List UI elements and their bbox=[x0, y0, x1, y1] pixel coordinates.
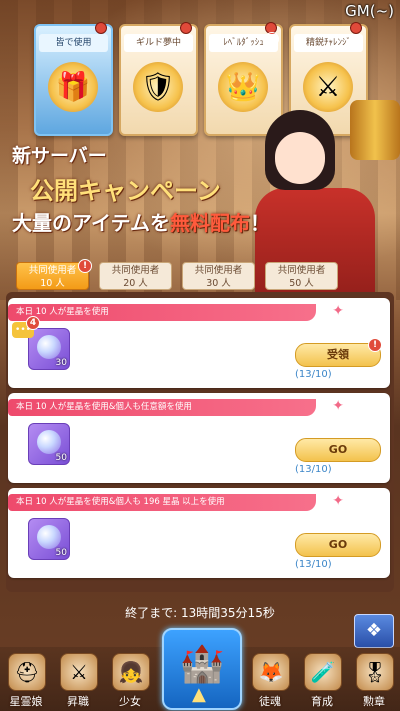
banner-line3: 大量のアイテムを無料配布！ bbox=[12, 207, 270, 236]
pin-icon bbox=[180, 22, 192, 34]
go-button[interactable]: GO bbox=[295, 533, 381, 557]
alert-badge: ! bbox=[78, 259, 92, 273]
winged-shield-icon: 🛡 bbox=[133, 62, 183, 112]
item-quantity: 30 bbox=[55, 358, 67, 368]
nav-training[interactable]: 🧪 育成 bbox=[298, 649, 346, 709]
sparkle-icon: ✦ bbox=[332, 303, 344, 319]
task-title: 本日 10 人が星晶を使用&個人も任意額を使用 bbox=[8, 399, 316, 416]
nav-label: 少女 bbox=[119, 695, 141, 708]
nav-castle-home[interactable]: 🏰 ▲ bbox=[162, 628, 242, 710]
nav-spirit-girl[interactable]: ⛑ 星霊娘 bbox=[2, 649, 50, 709]
tab-count: 50 人 bbox=[289, 278, 314, 289]
potion-icon: 🧪 bbox=[304, 653, 342, 691]
nav-soul[interactable]: 🦊 徒魂 bbox=[246, 649, 294, 709]
task-progress: (13/10) bbox=[295, 464, 332, 475]
tile-label: ギルド夢中 bbox=[124, 34, 193, 52]
alert-badge: ! bbox=[368, 338, 382, 352]
tab-label: 共同使用者 bbox=[277, 265, 326, 276]
item-quantity: 50 bbox=[55, 548, 67, 558]
task-title: 本日 10 人が星晶を使用&個人も 196 星晶 以上を使用 bbox=[8, 494, 316, 511]
star-crystal-item[interactable]: 50 bbox=[28, 423, 70, 465]
task-progress: (13/10) bbox=[295, 559, 332, 570]
banner-exclaim: ！ bbox=[250, 211, 270, 235]
pin-icon bbox=[95, 22, 107, 34]
tab-count: 10 人 bbox=[40, 278, 65, 289]
crystal-orb-icon bbox=[37, 430, 61, 454]
crystal-orb-icon bbox=[37, 335, 61, 359]
tab-tier-30[interactable]: 共同使用者 30 人 bbox=[182, 262, 255, 290]
medal-icon: 🎖 bbox=[356, 653, 394, 691]
nav-medal[interactable]: 🎖 勲章 bbox=[350, 649, 398, 709]
nav-label: 勲章 bbox=[363, 695, 385, 708]
tab-tier-10[interactable]: 共同使用者 10 人 ! bbox=[16, 259, 92, 290]
crossed-swords-icon: ⚔ bbox=[303, 62, 353, 112]
tile-label: 皆で使用 bbox=[39, 34, 108, 52]
crossed-swords-icon: ⚔ bbox=[60, 653, 98, 691]
tier-tabs: 共同使用者 10 人 ! 共同使用者 20 人 共同使用者 30 人 共同使用者… bbox=[16, 259, 386, 292]
tab-tier-20[interactable]: 共同使用者 20 人 bbox=[99, 262, 172, 290]
tile-label: 精鋭ﾁｬﾚﾝｼﾞ bbox=[294, 34, 363, 52]
chat-count-badge: 4 bbox=[26, 316, 40, 330]
gift-icon: 🎁 bbox=[48, 62, 98, 112]
banner-line1: 新サーバー bbox=[12, 145, 107, 167]
task-card: 本日 10 人が星晶を使用&個人も 196 星晶 以上を使用 ✦ 50 GO (… bbox=[8, 488, 390, 578]
tile-share-use[interactable]: 皆で使用 🎁 bbox=[34, 22, 113, 136]
girl-portrait-icon: 👧 bbox=[112, 653, 150, 691]
castle-icon: 🏰 bbox=[179, 644, 225, 685]
banner-highlight: 無料配布 bbox=[170, 211, 250, 235]
tab-tier-50[interactable]: 共同使用者 50 人 bbox=[265, 262, 338, 290]
tab-count: 30 人 bbox=[206, 278, 231, 289]
up-arrow-icon: ▲ bbox=[192, 684, 206, 705]
task-title: 本日 10 人が星晶を使用 bbox=[8, 304, 316, 321]
tile-label: ﾚﾍﾞﾙﾀﾞｯｼｭ bbox=[209, 34, 278, 52]
ribbon-emblem-icon[interactable]: ❖ bbox=[354, 614, 394, 648]
star-crystal-item[interactable]: 50 bbox=[28, 518, 70, 560]
sparkle-icon: ✦ bbox=[332, 493, 344, 509]
task-progress: (13/10) bbox=[295, 369, 332, 380]
go-button[interactable]: GO bbox=[295, 438, 381, 462]
nav-girl[interactable]: 👧 少女 bbox=[106, 649, 154, 709]
crown-up-icon: 👑 bbox=[218, 62, 268, 112]
tab-count: 20 人 bbox=[123, 278, 148, 289]
task-card: 本日 10 人が星晶を使用 ✦ 30 ••• 4 受領 ! (13/10) bbox=[8, 298, 390, 388]
gm-label[interactable]: GM(~) bbox=[345, 2, 394, 20]
countdown-timer: 終了まで: 13時間35分15秒 bbox=[125, 606, 275, 620]
crystal-orb-icon bbox=[37, 525, 61, 549]
task-card: 本日 10 人が星晶を使用&個人も任意額を使用 ✦ 50 GO (13/10) bbox=[8, 393, 390, 483]
knight-helmet-icon: ⛑ bbox=[8, 653, 46, 691]
campaign-banner: 新サーバー 公開キャンペーン 大量のアイテムを無料配布！ bbox=[0, 135, 400, 245]
nav-label: 育成 bbox=[311, 695, 333, 708]
banner-line3-text: 大量のアイテムを bbox=[12, 211, 170, 235]
nav-promotion[interactable]: ⚔ 昇職 bbox=[54, 649, 102, 709]
nav-label: 徒魂 bbox=[259, 695, 281, 708]
sparkle-icon: ✦ bbox=[332, 398, 344, 414]
fox-mask-icon: 🦊 bbox=[252, 653, 290, 691]
pin-icon bbox=[350, 22, 362, 34]
nav-label: 星霊娘 bbox=[9, 695, 43, 708]
banner-line2: 公開キャンペーン bbox=[30, 177, 221, 205]
nav-label: 昇職 bbox=[67, 695, 89, 708]
tile-guild[interactable]: ギルド夢中 🛡 bbox=[119, 22, 198, 136]
tab-label: 共同使用者 bbox=[111, 265, 160, 276]
tab-label: 共同使用者 bbox=[194, 265, 243, 276]
item-quantity: 50 bbox=[55, 453, 67, 463]
star-crystal-item[interactable]: 30 bbox=[28, 328, 70, 370]
